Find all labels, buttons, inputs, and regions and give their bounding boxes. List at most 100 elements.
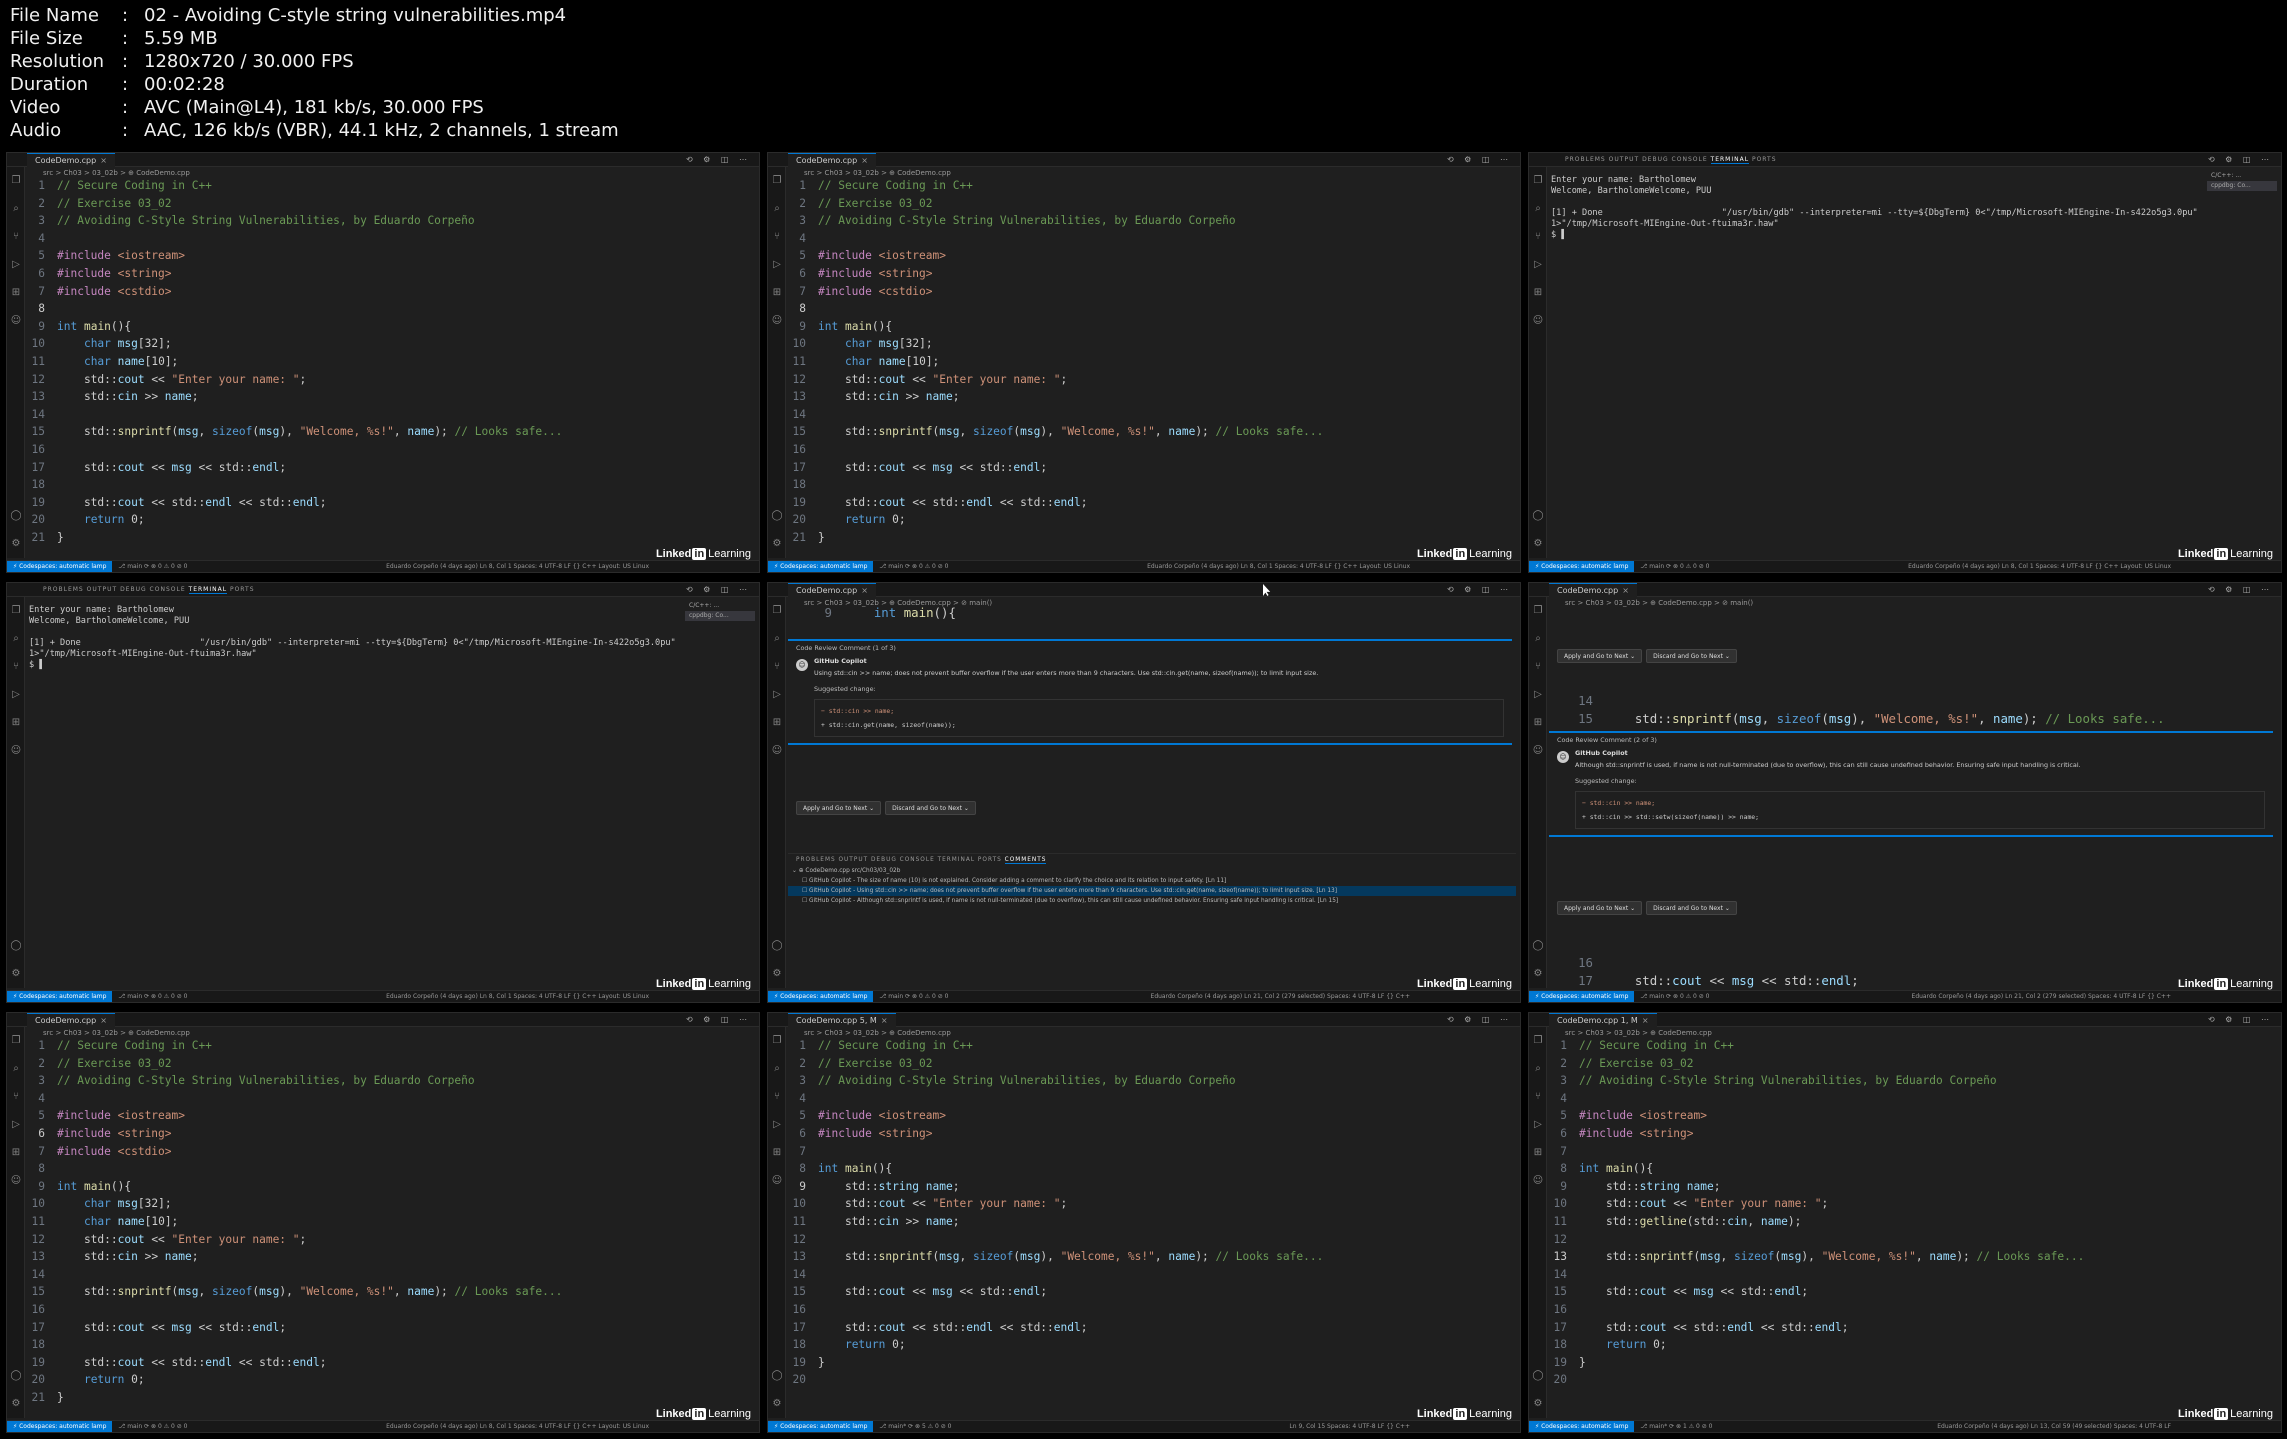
extensions-icon[interactable]: ⊞ [7,279,25,307]
settings-gear-icon[interactable]: ⚙ [7,960,25,988]
settings-gear-icon[interactable]: ⚙ [768,530,786,558]
run-debug-icon[interactable]: ▷ [7,251,25,279]
branch-status[interactable]: ⎇ main ⟳ ⊗ 0 ⚠ 0 ⊘ 0 [879,561,948,572]
editor-actions[interactable]: ⟲ ⚙ ◫ ⋯ [2208,155,2273,164]
code-editor[interactable]: 1 // Secure Coding in C++ 2 // Exercise 03_… [27,177,747,546]
panel-tab[interactable]: DEBUG CONSOLE [120,586,186,593]
source-control-icon[interactable]: ⑂ [1529,223,1547,251]
editor-tab[interactable]: CodeDemo.cpp × [1549,583,1637,597]
copilot-icon[interactable]: ☺ [7,307,25,335]
panel-tab[interactable]: TERMINAL [1710,156,1750,164]
editor-tab[interactable]: CodeDemo.cpp × [27,153,115,167]
search-icon[interactable]: ⌕ [768,195,786,223]
panel-tab[interactable]: PORTS [978,857,1002,863]
extensions-icon[interactable]: ⊞ [768,709,786,737]
terminal-output[interactable]: Enter your name: Bartholomew Welcome, Bar… [29,605,679,671]
panel-tab[interactable]: OUTPUT [1609,156,1639,163]
code-editor[interactable]: 1 // Secure Coding in C++ 2 // Exercise 03_… [788,177,1508,546]
terminal-instance[interactable]: cppdbg: Co... [685,611,755,621]
source-control-icon[interactable]: ⑂ [7,223,25,251]
status-right[interactable]: Eduardo Corpeño (4 days ago) Ln 21, Col … [1151,991,1410,1002]
remote-indicator[interactable]: ⚡ Codespaces: automatic lamp [1529,991,1635,1002]
breadcrumb[interactable]: src > Ch03 > 03_02b > ⊕ CodeDemo.cpp [804,169,951,177]
panel-tab[interactable]: COMMENTS [1004,857,1047,864]
source-control-icon[interactable]: ⑂ [768,1083,786,1111]
close-icon[interactable]: × [100,1016,107,1025]
comment-item[interactable]: ☐ GitHub Copilot - The size of name (10)… [788,876,1516,886]
editor-actions[interactable]: ⟲ ⚙ ◫ ⋯ [2208,585,2273,594]
explorer-icon[interactable]: ❐ [1529,1027,1547,1055]
branch-status[interactable]: ⎇ main ⟳ ⊗ 0 ⚠ 0 ⊘ 0 [879,991,948,1002]
settings-gear-icon[interactable]: ⚙ [1529,1390,1547,1418]
apply-next-button[interactable]: Apply and Go to Next ⌄ [1557,649,1643,663]
panel-tab[interactable]: OUTPUT [838,857,868,863]
breadcrumb[interactable]: src > Ch03 > 03_02b > ⊕ CodeDemo.cpp > ⊘… [1565,599,1753,607]
source-control-icon[interactable]: ⑂ [768,653,786,681]
branch-status[interactable]: ⎇ main ⟳ ⊗ 0 ⚠ 0 ⊘ 0 [1640,561,1709,572]
status-right[interactable]: Eduardo Corpeño (4 days ago) Ln 8, Col 1… [386,561,649,572]
terminal-instance[interactable]: C/C++: ... [2207,171,2277,181]
breadcrumb[interactable]: src > Ch03 > 03_02b > ⊕ CodeDemo.cpp [43,1029,190,1037]
remote-indicator[interactable]: ⚡ Codespaces: automatic lamp [1529,1421,1635,1432]
remote-indicator[interactable]: ⚡ Codespaces: automatic lamp [1529,561,1635,572]
copilot-icon[interactable]: ☺ [7,1167,25,1195]
run-debug-icon[interactable]: ▷ [768,681,786,709]
code-editor[interactable]: 1 // Secure Coding in C++ 2 // Exercise 03_… [1549,1037,2269,1389]
close-icon[interactable]: × [1622,586,1629,595]
copilot-icon[interactable]: ☺ [1529,737,1547,765]
source-control-icon[interactable]: ⑂ [1529,1083,1547,1111]
remote-indicator[interactable]: ⚡ Codespaces: automatic lamp [768,991,874,1002]
editor-tab[interactable]: CodeDemo.cpp × [788,583,876,597]
extensions-icon[interactable]: ⊞ [768,279,786,307]
apply-next-button[interactable]: Apply and Go to Next ⌄ [796,801,882,815]
account-icon[interactable]: ◯ [768,932,786,960]
status-right[interactable]: Eduardo Corpeño (4 days ago) Ln 8, Col 1… [1908,561,2171,572]
explorer-icon[interactable]: ❐ [768,597,786,625]
extensions-icon[interactable]: ⊞ [768,1139,786,1167]
account-icon[interactable]: ◯ [1529,1362,1547,1390]
extensions-icon[interactable]: ⊞ [1529,709,1547,737]
copilot-icon[interactable]: ☺ [1529,307,1547,335]
run-debug-icon[interactable]: ▷ [768,251,786,279]
settings-gear-icon[interactable]: ⚙ [1529,530,1547,558]
breadcrumb[interactable]: src > Ch03 > 03_02b > ⊕ CodeDemo.cpp [804,1029,951,1037]
explorer-icon[interactable]: ❐ [7,597,25,625]
editor-tab[interactable]: CodeDemo.cpp × [788,153,876,167]
remote-indicator[interactable]: ⚡ Codespaces: automatic lamp [7,1421,113,1432]
search-icon[interactable]: ⌕ [1529,195,1547,223]
terminal-instance[interactable]: cppdbg: Co... [2207,181,2277,191]
explorer-icon[interactable]: ❐ [7,167,25,195]
close-icon[interactable]: × [881,1016,888,1025]
status-right[interactable]: Eduardo Corpeño (4 days ago) Ln 8, Col 1… [1147,561,1410,572]
panel-tab[interactable]: DEBUG CONSOLE [1642,156,1708,163]
editor-tab[interactable]: CodeDemo.cpp 1, M × [1549,1013,1657,1027]
status-right[interactable]: Eduardo Corpeño (4 days ago) Ln 21, Col … [1912,991,2171,1002]
status-right[interactable]: Eduardo Corpeño (4 days ago) Ln 8, Col 1… [386,991,649,1002]
extensions-icon[interactable]: ⊞ [7,1139,25,1167]
editor-tab[interactable]: CodeDemo.cpp × [27,1013,115,1027]
source-control-icon[interactable]: ⑂ [7,653,25,681]
source-control-icon[interactable]: ⑂ [768,223,786,251]
status-right[interactable]: Eduardo Corpeño (4 days ago) Ln 8, Col 1… [386,1421,649,1432]
account-icon[interactable]: ◯ [1529,932,1547,960]
explorer-icon[interactable]: ❐ [768,1027,786,1055]
run-debug-icon[interactable]: ▷ [7,681,25,709]
breadcrumb[interactable]: src > Ch03 > 03_02b > ⊕ CodeDemo.cpp [43,169,190,177]
copilot-icon[interactable]: ☺ [768,1167,786,1195]
panel-tab[interactable]: PROBLEMS [43,586,84,593]
comment-item[interactable]: ☐ GitHub Copilot - Using std::cin >> nam… [788,886,1516,896]
panel-tab[interactable]: PORTS [230,586,255,593]
editor-actions[interactable]: ⟲ ⚙ ◫ ⋯ [1447,585,1512,594]
editor-actions[interactable]: ⟲ ⚙ ◫ ⋯ [686,1015,751,1024]
run-debug-icon[interactable]: ▷ [1529,251,1547,279]
copilot-icon[interactable]: ☺ [1529,1167,1547,1195]
branch-status[interactable]: ⎇ main ⟳ ⊗ 0 ⚠ 0 ⊘ 0 [118,1421,187,1432]
editor-actions[interactable]: ⟲ ⚙ ◫ ⋯ [2208,1015,2273,1024]
branch-status[interactable]: ⎇ main* ⟳ ⊗ 1 ⚠ 0 ⊘ 0 [1640,1421,1712,1432]
account-icon[interactable]: ◯ [7,502,25,530]
extensions-icon[interactable]: ⊞ [1529,1139,1547,1167]
source-control-icon[interactable]: ⑂ [1529,653,1547,681]
settings-gear-icon[interactable]: ⚙ [768,960,786,988]
panel-tab[interactable]: OUTPUT [87,586,117,593]
code-editor[interactable]: 1 // Secure Coding in C++ 2 // Exercise 03_… [27,1037,747,1406]
